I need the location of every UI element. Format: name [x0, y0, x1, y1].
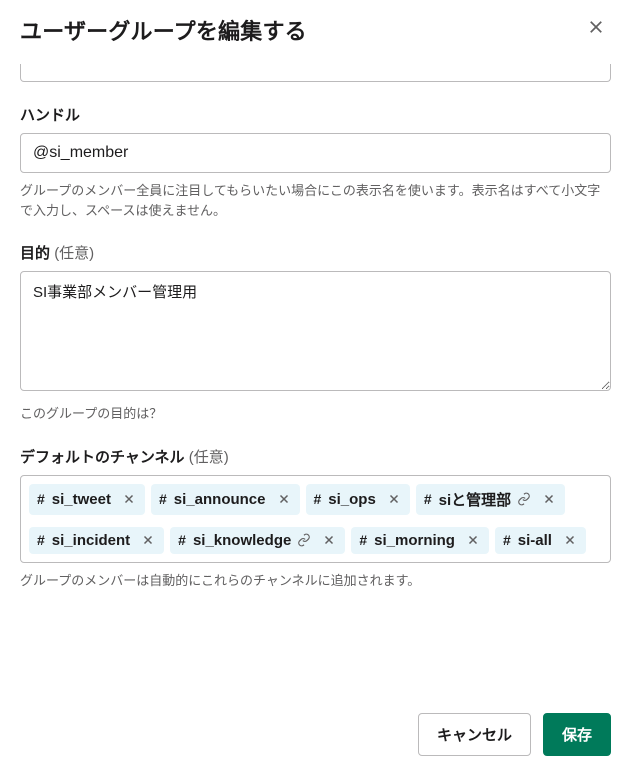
- channel-chip[interactable]: # si_knowledge: [170, 527, 345, 554]
- hash-icon: #: [314, 491, 322, 507]
- hash-icon: #: [503, 532, 511, 548]
- channel-chip-remove-button[interactable]: [384, 492, 404, 506]
- close-icon: [123, 493, 135, 505]
- channel-chip-name: si_ops: [328, 491, 376, 508]
- dialog-footer: キャンセル 保存: [20, 693, 611, 756]
- channel-chip-remove-button[interactable]: [319, 533, 339, 547]
- dialog-header: ユーザーグループを編集する: [20, 14, 611, 46]
- purpose-optional-text: (任意): [54, 245, 94, 262]
- name-field-truncated[interactable]: [20, 64, 611, 82]
- hash-icon: #: [178, 532, 186, 548]
- channels-field-group: デフォルトのチャンネル (任意) # si_tweet # si_announce # s…: [20, 446, 611, 591]
- close-icon: [278, 493, 290, 505]
- channel-chip-remove-button[interactable]: [119, 492, 139, 506]
- channels-optional-text: (任意): [189, 449, 229, 466]
- channels-label-text: デフォルトのチャンネル: [20, 449, 185, 466]
- channel-chip-remove-button[interactable]: [274, 492, 294, 506]
- handle-field-group: ハンドル グループのメンバー全員に注目してもらいたい場合にこの表示名を使います。…: [20, 104, 611, 220]
- channel-chip-name: si_tweet: [52, 491, 111, 508]
- purpose-label-text: 目的: [20, 245, 50, 262]
- hash-icon: #: [359, 532, 367, 548]
- close-icon: [587, 18, 605, 36]
- channel-chip-name: si_announce: [174, 491, 266, 508]
- channel-chip-remove-button[interactable]: [138, 533, 158, 547]
- close-icon: [388, 493, 400, 505]
- channel-chip[interactable]: # si_incident: [29, 527, 164, 554]
- dialog-title: ユーザーグループを編集する: [20, 14, 307, 46]
- channels-help-text: グループのメンバーは自動的にこれらのチャンネルに追加されます。: [20, 571, 611, 591]
- hash-icon: #: [159, 491, 167, 507]
- handle-help-text: グループのメンバー全員に注目してもらいたい場合にこの表示名を使います。表示名はす…: [20, 181, 611, 220]
- channels-label: デフォルトのチャンネル (任意): [20, 446, 611, 467]
- channel-chip-name: si_knowledge: [193, 532, 291, 549]
- link-icon: [517, 492, 531, 506]
- hash-icon: #: [37, 491, 45, 507]
- close-icon: [543, 493, 555, 505]
- close-icon: [564, 534, 576, 546]
- channel-chip[interactable]: # si-all: [495, 527, 586, 554]
- channel-chip-name: siと管理部: [439, 489, 512, 510]
- link-icon: [297, 533, 311, 547]
- channel-chip[interactable]: # si_morning: [351, 527, 489, 554]
- channel-chip-remove-button[interactable]: [463, 533, 483, 547]
- channel-chip[interactable]: # si_ops: [306, 484, 410, 515]
- channel-chip-name: si_incident: [52, 532, 130, 549]
- channel-chip[interactable]: # siと管理部: [416, 484, 565, 515]
- close-icon: [467, 534, 479, 546]
- purpose-field-group: 目的 (任意) このグループの目的は？: [20, 242, 611, 424]
- channels-input-box[interactable]: # si_tweet # si_announce # si_ops # siと管理部 # si_i…: [20, 475, 611, 563]
- handle-label: ハンドル: [20, 104, 611, 125]
- channel-chip-name: si-all: [518, 532, 552, 549]
- purpose-label: 目的 (任意): [20, 242, 611, 263]
- close-icon: [323, 534, 335, 546]
- cancel-button[interactable]: キャンセル: [418, 713, 531, 756]
- channel-chip-remove-button[interactable]: [539, 492, 559, 506]
- hash-icon: #: [424, 491, 432, 507]
- hash-icon: #: [37, 532, 45, 548]
- close-icon: [142, 534, 154, 546]
- channel-chip-remove-button[interactable]: [560, 533, 580, 547]
- handle-input[interactable]: [20, 133, 611, 173]
- channel-chip[interactable]: # si_announce: [151, 484, 300, 515]
- purpose-help-text: このグループの目的は？: [20, 404, 611, 424]
- channel-chip-name: si_morning: [374, 532, 455, 549]
- purpose-textarea[interactable]: [20, 271, 611, 391]
- edit-user-group-dialog: ユーザーグループを編集する ハンドル グループのメンバー全員に注目してもらいたい…: [0, 0, 631, 776]
- close-button[interactable]: [581, 12, 611, 42]
- channel-chip[interactable]: # si_tweet: [29, 484, 145, 515]
- save-button[interactable]: 保存: [543, 713, 611, 756]
